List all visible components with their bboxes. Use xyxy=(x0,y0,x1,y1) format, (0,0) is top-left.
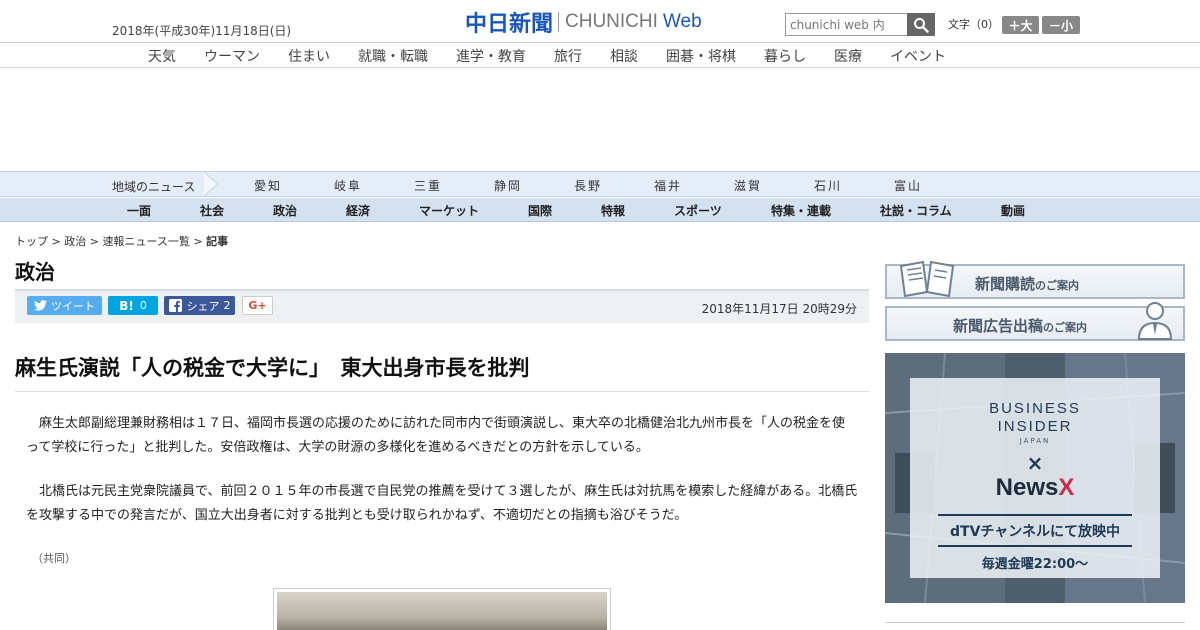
nav-item[interactable]: 社会 xyxy=(200,202,224,219)
facebook-share-label: シェア xyxy=(186,299,220,313)
advertise-banner[interactable]: 新聞広告出稿のご案内 xyxy=(885,302,1185,341)
tweet-button[interactable]: ツイート xyxy=(27,296,102,315)
nav-item[interactable]: スポーツ xyxy=(674,202,722,219)
photo-image xyxy=(277,592,607,630)
twitter-icon xyxy=(34,300,47,311)
ad-newsx-logo: NewsX xyxy=(995,474,1075,501)
site-search xyxy=(785,13,935,36)
ad-rule xyxy=(938,514,1132,516)
logo-japanese: 中日新聞 xyxy=(465,11,554,37)
logo-web: Web xyxy=(662,11,702,32)
article-timestamp: 2018年11月17日 20時29分 xyxy=(701,302,857,316)
category-item[interactable]: イベント xyxy=(890,46,946,66)
breadcrumb-separator: > xyxy=(189,235,207,248)
hatena-icon: B! xyxy=(119,298,134,313)
region-item[interactable]: 滋賀 xyxy=(734,177,762,194)
breadcrumb-link[interactable]: 速報ニュース一覧 xyxy=(102,235,189,248)
article-paragraph: 麻生太郎副総理兼財務相は１７日、福岡市長選の応援のために訪れた同市内で街頭演説し… xyxy=(26,416,846,455)
site-header: 2018年(平成30年)11月18日(日) 中日新聞 CHUNICHI Web … xyxy=(0,0,1200,42)
category-item[interactable]: 囲碁・将棋 xyxy=(666,46,736,66)
region-item[interactable]: 長野 xyxy=(574,177,602,194)
subscribe-banner[interactable]: 新聞購読のご案内 xyxy=(885,260,1185,299)
ad-brand-line2: INSIDER xyxy=(997,418,1073,435)
sidebar-divider xyxy=(885,622,1185,623)
article-photo[interactable] xyxy=(273,588,611,630)
section-title: 政治 xyxy=(15,260,55,284)
nav-item[interactable]: 一面 xyxy=(127,202,151,219)
breadcrumb-link[interactable]: 政治 xyxy=(64,235,86,248)
advertise-label: 新聞広告出稿のご案内 xyxy=(953,317,1088,335)
category-item[interactable]: 医療 xyxy=(834,46,862,66)
text-size-label: 文字（0） xyxy=(948,18,999,31)
category-nav: 天気 ウーマン 住まい 就職・転職 進学・教育 旅行 相談 囲碁・将棋 暮らし … xyxy=(0,42,1200,68)
chevron-right-icon xyxy=(203,172,219,196)
region-item[interactable]: 静岡 xyxy=(494,177,522,194)
facebook-share-count: 2 xyxy=(223,299,231,312)
nav-item[interactable]: マーケット xyxy=(419,202,479,219)
region-item[interactable]: 岐阜 xyxy=(334,177,362,194)
logo-english: CHUNICHI xyxy=(565,11,658,32)
site-logo[interactable]: 中日新聞 CHUNICHI Web xyxy=(465,9,702,37)
facebook-icon xyxy=(168,299,182,312)
hatena-count: 0 xyxy=(139,299,147,312)
breadcrumb-link[interactable]: トップ xyxy=(15,235,48,248)
person-icon xyxy=(1137,302,1173,340)
category-item[interactable]: 暮らし xyxy=(764,46,806,66)
gplus-icon: G+ xyxy=(248,299,267,312)
ad-panel: BUSINESS INSIDER JAPAN × NewsX dTVチャンネルに… xyxy=(910,378,1160,578)
category-item[interactable]: ウーマン xyxy=(204,46,260,66)
ad-rule xyxy=(938,545,1132,547)
search-icon xyxy=(914,17,929,33)
text-smaller-button[interactable]: －小 xyxy=(1042,16,1080,34)
nav-item[interactable]: 社説・コラム xyxy=(880,202,952,219)
region-nav: 地域のニュース 愛知 岐阜 三重 静岡 長野 福井 滋賀 石川 富山 xyxy=(0,171,1200,197)
nav-item[interactable]: 経済 xyxy=(346,202,370,219)
region-item[interactable]: 福井 xyxy=(654,177,682,194)
gplus-button[interactable]: G+ xyxy=(242,296,273,315)
region-nav-label: 地域のニュース xyxy=(112,180,196,194)
ad-channel: dTVチャンネルにて放映中 xyxy=(950,524,1120,540)
breadcrumb-separator: > xyxy=(48,235,65,248)
tweet-label: ツイート xyxy=(51,299,95,313)
advertisement[interactable]: BUSINESS INSIDER JAPAN × NewsX dTVチャンネルに… xyxy=(885,353,1185,603)
current-date: 2018年(平成30年)11月18日(日) xyxy=(112,24,292,38)
newspaper-icon xyxy=(899,260,955,298)
category-item[interactable]: 旅行 xyxy=(554,46,582,66)
nav-item[interactable]: 特集・連載 xyxy=(771,202,831,219)
region-item[interactable]: 石川 xyxy=(814,177,842,194)
category-item[interactable]: 進学・教育 xyxy=(456,46,526,66)
main-nav: 一面 社会 政治 経済 マーケット 国際 特報 スポーツ 特集・連載 社説・コラ… xyxy=(0,198,1200,222)
facebook-share-button[interactable]: シェア 2 xyxy=(164,296,235,315)
nav-item[interactable]: 動画 xyxy=(1001,202,1025,219)
ad-brand-line1: BUSINESS xyxy=(989,400,1081,417)
breadcrumb-separator: > xyxy=(86,235,103,248)
text-bigger-button[interactable]: ＋大 xyxy=(1002,16,1039,34)
category-item[interactable]: 相談 xyxy=(610,46,638,66)
article-paragraph: 北橋氏は元民主党衆院議員で、前回２０１５年の市長選で自民党の推薦を受けて３選した… xyxy=(26,484,858,523)
breadcrumb: トップ > 政治 > 速報ニュース一覧 > 記事 xyxy=(15,233,228,249)
search-button[interactable] xyxy=(907,13,935,36)
ad-schedule: 毎週金曜22:00〜 xyxy=(981,557,1089,572)
headline-divider xyxy=(15,391,869,392)
share-bar: ツイート B! 0 シェア 2 G+ 2018年11月17日 20時29分 xyxy=(15,289,869,323)
category-item[interactable]: 天気 xyxy=(148,46,176,66)
region-item[interactable]: 三重 xyxy=(414,177,442,194)
nav-item[interactable]: 特報 xyxy=(601,202,625,219)
article-headline: 麻生氏演説「人の税金で大学に」 東大出身市長を批判 xyxy=(15,356,530,380)
nav-item[interactable]: 政治 xyxy=(273,202,297,219)
logo-divider xyxy=(558,12,560,32)
hatena-button[interactable]: B! 0 xyxy=(108,296,158,315)
subscribe-label: 新聞購読のご案内 xyxy=(975,275,1080,293)
category-item[interactable]: 住まい xyxy=(288,46,330,66)
search-input[interactable] xyxy=(785,13,907,36)
breadcrumb-current: 記事 xyxy=(206,235,229,248)
region-item[interactable]: 愛知 xyxy=(254,177,282,194)
ad-cross: × xyxy=(1026,451,1044,475)
category-item[interactable]: 就職・転職 xyxy=(358,46,428,66)
region-item[interactable]: 富山 xyxy=(894,177,922,194)
article-credit: （共同） xyxy=(32,552,76,565)
nav-item[interactable]: 国際 xyxy=(528,202,552,219)
ad-brand-japan: JAPAN xyxy=(1019,437,1051,445)
